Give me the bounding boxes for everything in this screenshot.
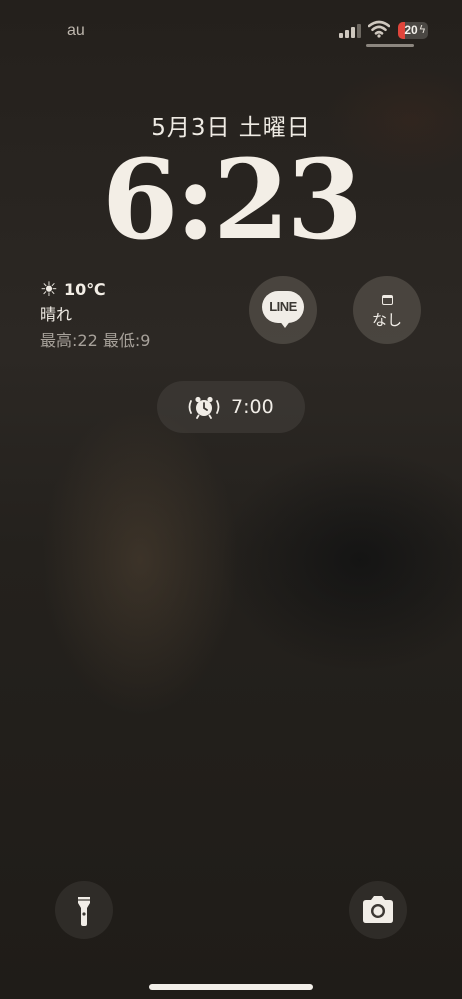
battery-icon: 20 ϟ: [398, 22, 428, 39]
carrier-label: au: [67, 22, 85, 39]
calendar-events-text: なし: [371, 311, 402, 329]
camera-icon: [363, 896, 393, 923]
alarm-time: 7:00: [231, 396, 274, 418]
camera-button[interactable]: [349, 881, 407, 939]
calendar-widget[interactable]: なし: [353, 276, 421, 344]
lock-time: 6:23: [101, 135, 363, 264]
weather-temperature: 10℃: [63, 279, 106, 299]
line-widget[interactable]: LINE: [249, 276, 317, 344]
weather-widget[interactable]: ☀ 10℃ 晴れ 最高:22 最低:9: [40, 278, 220, 351]
flashlight-button[interactable]: [55, 881, 113, 939]
wifi-icon: [368, 20, 390, 38]
calendar-icon: [382, 295, 393, 305]
status-bar: au 20 ϟ: [0, 0, 462, 60]
flashlight-icon: [78, 897, 90, 926]
weather-condition: 晴れ: [40, 305, 73, 324]
alarm-clock-icon: [188, 396, 220, 419]
charging-bolt-icon: ϟ: [418, 23, 426, 36]
line-label: LINE: [269, 299, 297, 314]
sun-icon: ☀: [40, 277, 58, 301]
home-indicator[interactable]: [149, 984, 313, 990]
alarm-pill[interactable]: 7:00: [157, 381, 305, 433]
weather-high-low: 最高:22 最低:9: [40, 331, 151, 350]
signal-icon: [339, 24, 361, 38]
control-center-indicator[interactable]: [366, 44, 414, 47]
